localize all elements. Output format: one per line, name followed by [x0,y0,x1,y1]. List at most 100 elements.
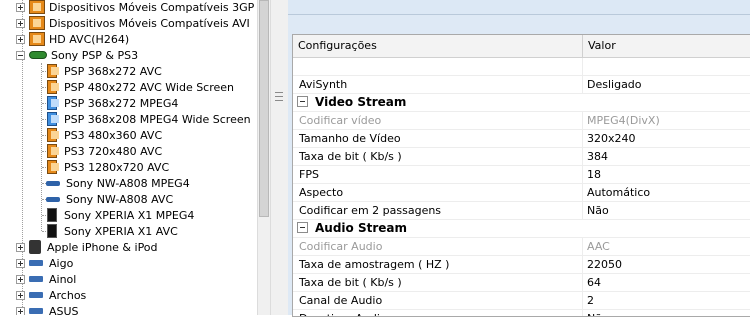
expand-plus-icon[interactable] [16,274,25,284]
property-name: Codificar em 2 passagens [299,204,442,217]
property-row[interactable]: Taxa de amostragem ( HZ ) 22050 [293,256,750,274]
expand-plus-icon[interactable] [16,242,25,252]
tree-item-label: Dispositivos Móveis Compatíveis AVI [49,16,250,30]
tree-category-item[interactable]: Dispositivos Móveis Compatíveis AVI [16,15,250,31]
tree-scrollbar-thumb[interactable] [259,0,269,217]
column-header-settings[interactable]: Configurações [293,35,583,57]
tree-preset-item[interactable]: Sony XPERIA X1 AVC [44,223,178,239]
preset-tree[interactable]: Dispositivos Móveis Compatíveis 3GP Dispo… [0,0,257,315]
expand-plus-icon[interactable] [16,34,25,44]
device-icon [29,292,43,298]
tree-category-item[interactable]: Aigo [16,255,73,271]
column-header-value[interactable]: Valor [583,35,616,57]
tree-preset-item[interactable]: PS3 480x360 AVC [44,127,162,143]
tree-item-label: PS3 1280x720 AVC [64,160,170,174]
tree-preset-item[interactable]: PSP 368x272 MPEG4 [44,95,178,111]
property-row[interactable] [293,58,750,76]
property-name: Tamanho de Vídeo [299,132,401,145]
psp-icon [29,51,47,59]
property-value: AAC [587,240,610,253]
property-row[interactable]: Desativar AudioNão [293,310,750,316]
property-rows: AviSynth Desligado Video Stream Codificar v… [293,58,750,316]
tree-item-label: Sony XPERIA X1 MPEG4 [64,208,195,222]
property-name: Codificar Audio [299,240,383,253]
tree-preset-item[interactable]: Sony NW-A808 AVC [44,191,173,207]
film-icon [47,80,59,94]
property-value[interactable]: Automático [587,186,650,199]
phone-icon [47,224,57,238]
tree-category-item[interactable]: HD AVC(H264) [16,31,129,47]
expand-plus-icon[interactable] [16,2,25,12]
property-value[interactable]: 384 [587,150,608,163]
device-icon [29,276,43,282]
film-icon [47,160,59,174]
tree-preset-item[interactable]: PSP 368x208 MPEG4 Wide Screen [44,111,251,127]
tree-item-label: HD AVC(H264) [49,32,130,46]
property-value[interactable]: 64 [587,276,601,289]
film-icon [29,0,45,14]
tree-preset-item[interactable]: PS3 720x480 AVC [44,143,162,159]
property-category[interactable]: Video Stream [293,94,750,112]
film-icon [29,16,45,30]
splitter-grip-icon[interactable] [275,92,283,102]
film-icon [47,64,59,78]
property-name: Codificar vídeo [299,114,382,127]
tree-preset-item[interactable]: Sony XPERIA X1 MPEG4 [44,207,194,223]
tree-category-item[interactable]: Archos [16,287,86,303]
tree-preset-item[interactable]: PS3 1280x720 AVC [44,159,169,175]
tree-preset-item[interactable]: PSP 368x272 AVC [44,63,162,79]
property-row[interactable]: Canal de Audio 2 [293,292,750,310]
expand-plus-icon[interactable] [16,258,25,268]
property-row[interactable]: Taxa de bit ( Kb/s ) 384 [293,148,750,166]
film-icon [29,32,45,46]
property-row[interactable]: Aspecto Automático [293,184,750,202]
collapse-minus-icon[interactable] [16,50,25,60]
property-value[interactable]: 18 [587,168,601,181]
walkman-icon [46,196,60,202]
property-value: MPEG4(DivX) [587,114,660,127]
collapse-minus-icon[interactable] [297,96,308,107]
iphone-icon [29,240,41,254]
tree-scrollbar[interactable] [257,0,271,315]
property-row[interactable]: FPS 18 [293,166,750,184]
property-value[interactable]: 2 [587,294,594,307]
property-name: Taxa de bit ( Kb/s ) [299,276,402,289]
property-grid[interactable]: Configurações Valor AviSynth Desligado Vid… [292,34,750,317]
tree-item-label: PS3 480x360 AVC [64,128,163,142]
property-row[interactable]: Codificar Audio AAC [293,238,750,256]
film-icon [47,128,59,142]
property-row[interactable]: Tamanho de Vídeo 320x240 [293,130,750,148]
expand-plus-icon[interactable] [16,18,25,28]
tree-item-label: PSP 368x272 AVC [64,64,162,78]
collapse-minus-icon[interactable] [297,222,308,233]
tree-preset-item[interactable]: PSP 480x272 AVC Wide Screen [44,79,234,95]
property-row[interactable]: AviSynth Desligado [293,76,750,94]
panel-splitter[interactable] [271,0,288,315]
tree-item-label: Sony XPERIA X1 AVC [64,224,178,238]
property-name: Canal de Audio [299,294,383,307]
property-row[interactable]: Taxa de bit ( Kb/s ) 64 [293,274,750,292]
property-row[interactable]: Codificar em 2 passagens Não [293,202,750,220]
property-value[interactable]: Não [587,204,609,217]
tree-preset-item[interactable]: Sony NW-A808 MPEG4 [44,175,190,191]
category-label: Audio Stream [315,221,407,235]
tree-item-label: PSP 480x272 AVC Wide Screen [64,80,235,94]
category-label: Video Stream [315,95,407,109]
property-value[interactable]: Desligado [587,78,642,91]
tree-category-item[interactable]: Ainol [16,271,76,287]
property-value[interactable]: 22050 [587,258,622,271]
tree-item-label: Archos [49,288,87,302]
expand-plus-icon[interactable] [16,290,25,300]
property-value[interactable]: 320x240 [587,132,636,145]
tree-item-label: ASUS [49,304,79,316]
property-row[interactable]: Codificar vídeo MPEG4(DivX) [293,112,750,130]
property-category[interactable]: Audio Stream [293,220,750,238]
settings-toolbar [288,0,750,15]
tree-category-item[interactable]: Apple iPhone & iPod [16,239,158,255]
tree-category-item[interactable]: Dispositivos Móveis Compatíveis 3GP [16,0,254,15]
tree-category-item[interactable]: ASUS [16,303,79,315]
expand-plus-icon[interactable] [16,306,25,315]
property-name: FPS [299,168,319,181]
tree-category-item[interactable]: Sony PSP & PS3 [16,47,138,63]
property-name: Taxa de bit ( Kb/s ) [299,150,402,163]
